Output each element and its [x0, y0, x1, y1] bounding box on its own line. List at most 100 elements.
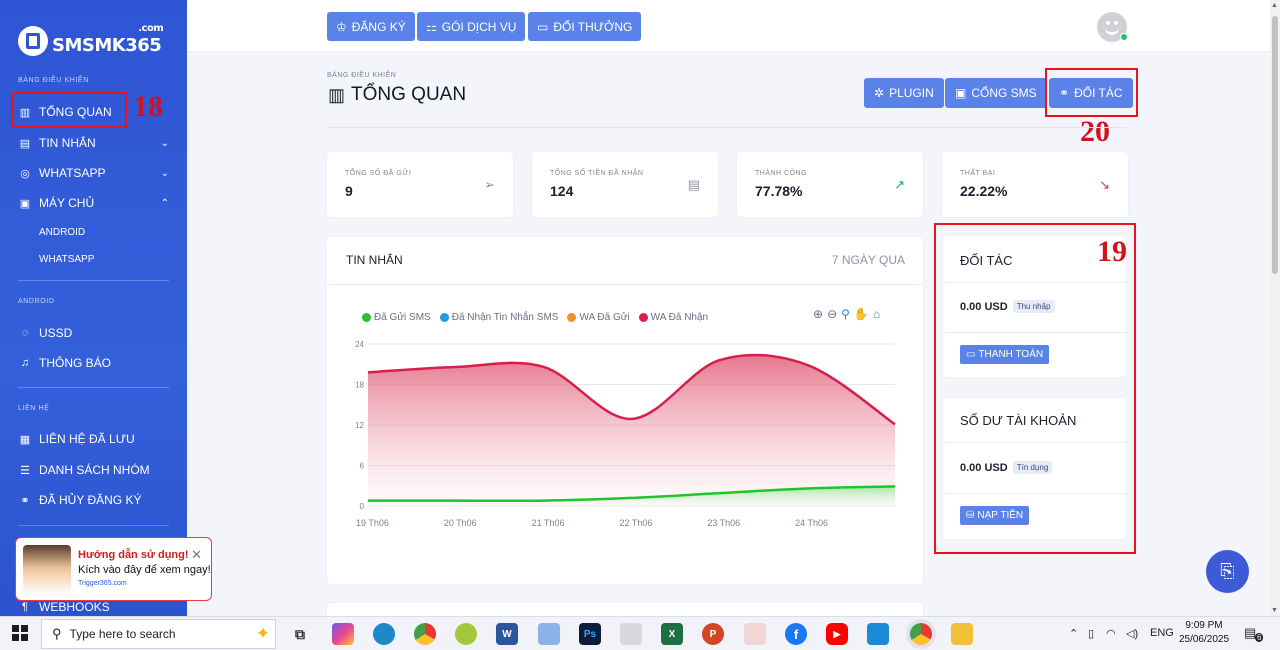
powerpoint-icon[interactable]: P	[702, 623, 724, 645]
sidebar-subitem-android[interactable]: ANDROID	[39, 227, 85, 238]
paint-icon[interactable]	[538, 623, 560, 645]
x-tick-label: 23 Th06	[707, 518, 740, 528]
word-icon[interactable]: W	[496, 623, 518, 645]
scrollbar-thumb[interactable]	[1272, 16, 1278, 274]
volume-icon[interactable]: ◁)	[1126, 627, 1138, 640]
stat-card-failed: THẤT BẠI 22.22% ↘	[942, 152, 1128, 217]
chrome-active-icon[interactable]	[910, 623, 932, 645]
chrome-icon[interactable]	[414, 623, 436, 645]
logo[interactable]: SMSMK365 .com	[18, 22, 164, 56]
taskbar-search-box[interactable]: ⚲ Type here to search ✦	[41, 619, 276, 649]
chat-icon: ▣	[955, 86, 967, 100]
x-tick-label: 21 Th06	[532, 518, 565, 528]
facebook-icon[interactable]: f	[785, 623, 807, 645]
sidebar-item-whatsapp[interactable]: ◎ WHATSAPP ⌄	[18, 162, 169, 184]
logo-domain: .com	[138, 22, 164, 34]
page-scrollbar[interactable]: ▲ ▼	[1270, 0, 1280, 616]
windows-taskbar: ⚲ Type here to search ✦ ⧉ W Ps X P f ▶ ⌃…	[0, 616, 1280, 650]
excel-icon[interactable]: X	[661, 623, 683, 645]
sidebar-item-ussd[interactable]: ◌ USSD	[18, 322, 169, 344]
sidebar-item-saved-contacts[interactable]: ▦ LIÊN HỆ ĐÃ LƯU	[18, 428, 169, 450]
device-icon[interactable]: ▯	[1088, 627, 1094, 640]
help-popup[interactable]: Hướng dẫn sử dụng! Kích vào đây để xem n…	[15, 537, 212, 601]
x-tick-label: 24 Th06	[795, 518, 828, 528]
y-tick-label: 0	[360, 502, 365, 511]
webhook-icon: ¶	[22, 601, 28, 613]
logo-text: SMSMK365 .com	[52, 22, 164, 56]
stat-label: TỔNG SỐ ĐÃ GỬI	[345, 170, 412, 177]
copilot-icon[interactable]	[332, 623, 354, 645]
wifi-icon[interactable]: ◠	[1106, 627, 1116, 640]
task-view-icon[interactable]: ⧉	[289, 623, 311, 645]
close-icon[interactable]: ✕	[191, 547, 202, 563]
service-packages-button[interactable]: ⚏ GÓI DỊCH VỤ	[417, 12, 526, 41]
highlight-box-18	[11, 92, 127, 128]
vscode-icon[interactable]	[867, 623, 889, 645]
file-explorer-icon[interactable]	[951, 623, 973, 645]
user-avatar[interactable]	[1097, 12, 1128, 42]
copilot-sparkle-icon: ✦	[255, 624, 270, 643]
support-agent-avatar	[23, 545, 71, 595]
messages-chart-card: TIN NHẮN 7 NGÀY QUA Đã Gửi SMS Đã Nhận T…	[327, 237, 923, 584]
annotation-number-18: 18	[133, 90, 163, 123]
sidebar-section-contacts: LIÊN HỆ	[18, 405, 50, 412]
rewards-button[interactable]: ▭ ĐỔI THƯỞNG	[528, 12, 642, 41]
scroll-up-arrow-icon[interactable]: ▲	[1271, 2, 1278, 9]
language-indicator[interactable]: ENG	[1150, 627, 1174, 639]
stat-value: 77.78%	[755, 183, 803, 199]
stat-card-total-received: TỔNG SỐ TIỀN ĐÃ NHẬN 124 ▤	[532, 152, 718, 217]
crown-icon: ♔	[336, 19, 347, 34]
sidebar-subitem-whatsapp[interactable]: WHATSAPP	[39, 254, 94, 265]
ticket-icon: ▭	[537, 19, 549, 34]
stat-label: TỔNG SỐ TIỀN ĐÃ NHẬN	[550, 170, 644, 177]
stat-card-success: THÀNH CÔNG 77.78% ↗	[737, 152, 923, 217]
sms-gateway-button[interactable]: ▣ CỔNG SMS	[945, 78, 1047, 108]
send-icon: ➢	[484, 177, 495, 192]
sidebar-divider	[18, 280, 169, 281]
server-icon: ▣	[19, 197, 31, 210]
list-icon: ☰	[20, 464, 30, 477]
sidebar-item-group-list[interactable]: ☰ DANH SÁCH NHÓM	[18, 459, 169, 481]
help-link[interactable]: Trigger365.com	[78, 580, 127, 587]
ussd-icon: ◌	[21, 327, 29, 339]
unlink-icon: ⚭	[20, 494, 30, 507]
highlight-box-19	[934, 223, 1136, 554]
taskbar-clock[interactable]: 9:09 PM 25/06/2025	[1178, 619, 1230, 647]
search-icon: ⚲	[52, 626, 62, 641]
pdf-icon[interactable]	[744, 623, 766, 645]
sidebar-item-unsubscribed[interactable]: ⚭ ĐÃ HỦY ĐĂNG KÝ	[18, 489, 169, 511]
stat-value: 22.22%	[960, 183, 1008, 199]
stat-card-total-sent: TỔNG SỐ ĐÃ GỬI 9 ➢	[327, 152, 513, 217]
sidebar-item-servers[interactable]: ▣ MÁY CHỦ ⌃	[18, 192, 169, 214]
messages-chart: 0 6 12 18 24 19 Th06 20 Th06 21 Th06 22 Th06 23 T…	[355, 340, 896, 528]
translate-fab-button[interactable]: ⎘	[1206, 550, 1249, 593]
y-tick-label: 12	[355, 421, 364, 430]
chevron-down-icon: ⌄	[160, 167, 169, 179]
y-tick-label: 18	[355, 381, 364, 390]
y-tick-label: 6	[360, 462, 365, 471]
tray-chevron-up-icon[interactable]: ⌃	[1069, 627, 1078, 640]
stat-label: THẤT BẠI	[960, 170, 996, 177]
stat-value: 9	[345, 183, 353, 199]
online-status-dot	[1120, 33, 1128, 41]
edge-browser-icon[interactable]	[373, 623, 395, 645]
notepad-icon[interactable]	[620, 623, 642, 645]
register-button[interactable]: ♔ ĐĂNG KÝ	[327, 12, 415, 41]
breadcrumb: BẢNG ĐIỀU KHIỂN	[327, 72, 397, 79]
notification-count-badge: 6	[1255, 633, 1264, 642]
photoshop-icon[interactable]: Ps	[579, 623, 601, 645]
help-text: Kích vào đây để xem ngay!	[78, 564, 211, 576]
header-divider	[327, 127, 1127, 128]
packages-icon: ⚏	[426, 19, 437, 34]
sidebar-item-messages[interactable]: ▤ TIN NHẮN ⌄	[18, 132, 169, 154]
windows-start-icon[interactable]	[12, 625, 28, 641]
contact-card-icon: ▦	[19, 433, 31, 446]
x-tick-label: 20 Th06	[444, 518, 477, 528]
plugin-button[interactable]: ✲ PLUGIN	[864, 78, 944, 108]
annotation-number-20: 20	[1080, 115, 1110, 148]
bell-icon: ♫	[20, 357, 30, 369]
app-icon[interactable]	[455, 623, 477, 645]
scroll-down-arrow-icon[interactable]: ▼	[1271, 607, 1278, 614]
youtube-icon[interactable]: ▶	[826, 623, 848, 645]
sidebar-item-notifications[interactable]: ♫ THÔNG BÁO	[18, 352, 169, 374]
